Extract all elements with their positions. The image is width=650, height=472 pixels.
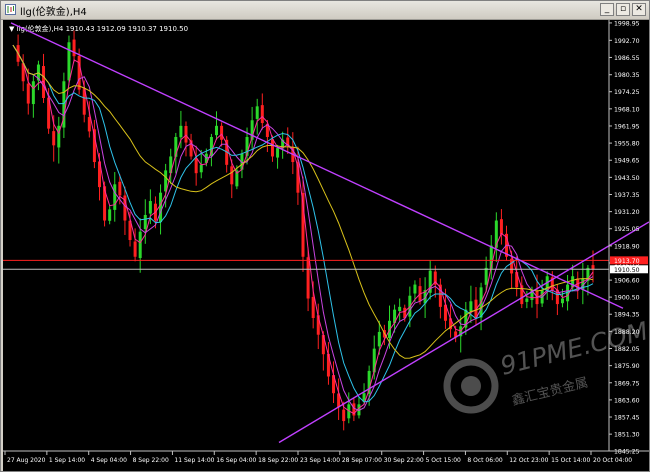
y-tick-label: 1949.65	[614, 158, 640, 165]
x-tick-label: 4 Sep 04:00	[91, 457, 127, 464]
candle-body	[159, 192, 163, 223]
candle-body	[311, 296, 315, 319]
candle-body	[199, 164, 203, 173]
y-tick-label: 1955.80	[614, 141, 640, 148]
x-tick-label: 28 Sep 07:00	[342, 457, 382, 464]
window-title: llg(伦敦金),H4	[20, 7, 87, 18]
y-tick-label: 1906.60	[614, 278, 640, 285]
y-tick-label: 1918.90	[614, 243, 640, 250]
close-button[interactable]: ✕	[632, 3, 646, 16]
y-tick-label: 1857.45	[614, 415, 640, 422]
candle-body	[342, 409, 346, 422]
minimize-icon: _	[604, 4, 610, 14]
window-titlebar[interactable]: llg(伦敦金),H4 _ ▫ ✕	[1, 1, 649, 20]
candle-body	[220, 125, 224, 140]
candle-body	[276, 148, 280, 158]
candle-body	[306, 257, 310, 299]
candle-body	[484, 267, 488, 285]
y-tick-label: 1974.25	[614, 89, 640, 96]
restore-icon: ▫	[619, 4, 627, 14]
candle-body	[118, 181, 122, 196]
minimize-button[interactable]: _	[600, 3, 614, 16]
candle-body	[184, 126, 188, 143]
price-line-label: 1913.70	[614, 258, 640, 265]
candle-body	[67, 42, 71, 81]
y-tick-label: 1937.35	[614, 192, 640, 199]
candle-body	[31, 81, 35, 105]
y-tick-label: 1875.90	[614, 363, 640, 370]
candle-body	[194, 158, 198, 174]
y-tick-label: 1888.20	[614, 329, 640, 336]
x-tick-label: 12 Oct 23:00	[509, 457, 548, 464]
y-tick-label: 1863.60	[614, 397, 640, 404]
candle-body	[230, 166, 234, 185]
y-tick-label: 1943.50	[614, 175, 640, 182]
candle-body	[143, 214, 147, 230]
y-tick-label: 1925.05	[614, 226, 640, 233]
restore-button[interactable]: ▫	[616, 3, 630, 16]
x-tick-label: 23 Sep 14:00	[300, 457, 340, 464]
candle-body	[138, 231, 142, 259]
candle-body	[260, 105, 264, 124]
x-tick-label: 20 Oct 04:00	[593, 457, 632, 464]
candle-body	[591, 265, 595, 270]
candle-body	[52, 131, 56, 146]
candle-body	[560, 298, 564, 304]
chart-header-label: ▼ llg(伦敦金),H4 1910.43 1912.09 1910.37 19…	[9, 24, 188, 33]
candle-body	[398, 306, 402, 312]
watermark-sub: 鑫汇宝贵金属	[510, 374, 590, 408]
x-tick-label: 11 Sep 14:00	[174, 457, 214, 464]
candle-body	[113, 184, 117, 210]
chart-window: llg(伦敦金),H4 _ ▫ ✕ ▼ llg(伦敦金),H4 1910.43 …	[0, 0, 650, 472]
y-tick-label: 1986.55	[614, 55, 640, 62]
candle-body	[525, 298, 529, 302]
y-tick-label: 1980.35	[614, 72, 640, 79]
trendline-upper[interactable]	[10, 22, 624, 309]
price-chart-svg[interactable]: ▼ llg(伦敦金),H4 1910.43 1912.09 1910.37 19…	[3, 20, 649, 471]
candle-body	[26, 83, 30, 104]
price-chart[interactable]: ▼ llg(伦敦金),H4 1910.43 1912.09 1910.37 19…	[3, 20, 649, 471]
candle-body	[72, 39, 76, 57]
candle-body	[179, 125, 183, 138]
y-tick-label: 1900.50	[614, 295, 640, 302]
candle-body	[108, 209, 112, 221]
x-tick-label: 15 Oct 14:00	[551, 457, 590, 464]
x-tick-label: 1 Sep 14:00	[49, 457, 85, 464]
candle-body	[499, 219, 503, 235]
y-tick-label: 1992.70	[614, 38, 640, 45]
candle-body	[510, 258, 514, 274]
close-icon: ✕	[635, 4, 643, 14]
y-tick-label: 1851.30	[614, 432, 640, 439]
chart-icon	[5, 4, 16, 15]
x-tick-label: 8 Sep 22:00	[133, 457, 169, 464]
candle-body	[133, 241, 137, 257]
y-tick-label: 1968.10	[614, 106, 640, 113]
x-tick-label: 8 Oct 06:00	[467, 457, 502, 464]
candle-body	[270, 139, 274, 157]
y-tick-label: 1882.05	[614, 346, 640, 353]
candle-body	[469, 301, 473, 312]
x-tick-label: 27 Aug 2020	[7, 457, 46, 464]
price-axis: 1998.95 1992.70 1986.55 1980.35 1974.25 1968.…	[608, 20, 648, 456]
y-tick-label: 1998.95	[614, 20, 640, 27]
x-tick-label: 16 Sep 04:00	[216, 457, 256, 464]
candle-body	[77, 55, 81, 90]
price-line-label: 1910.50	[614, 267, 640, 274]
plot-area	[3, 22, 649, 444]
candle-body	[255, 106, 259, 119]
candle-body	[377, 331, 381, 347]
x-tick-label: 30 Sep 22:00	[384, 457, 424, 464]
candle-body	[148, 201, 152, 214]
y-tick-label: 1845.25	[614, 449, 640, 456]
y-tick-label: 1894.35	[614, 312, 640, 319]
time-axis: 27 Aug 2020 1 Sep 14:00 4 Sep 04:00 8 Sep 2…	[3, 450, 649, 464]
watermark-logo-core-icon	[461, 376, 481, 396]
y-tick-label: 1931.20	[614, 209, 640, 216]
candle-body	[215, 125, 219, 136]
x-tick-label: 5 Oct 15:00	[426, 457, 461, 464]
y-tick-label: 1961.95	[614, 123, 640, 130]
y-tick-label: 1869.75	[614, 380, 640, 387]
x-tick-label: 18 Sep 22:00	[258, 457, 298, 464]
candle-body	[413, 284, 417, 294]
